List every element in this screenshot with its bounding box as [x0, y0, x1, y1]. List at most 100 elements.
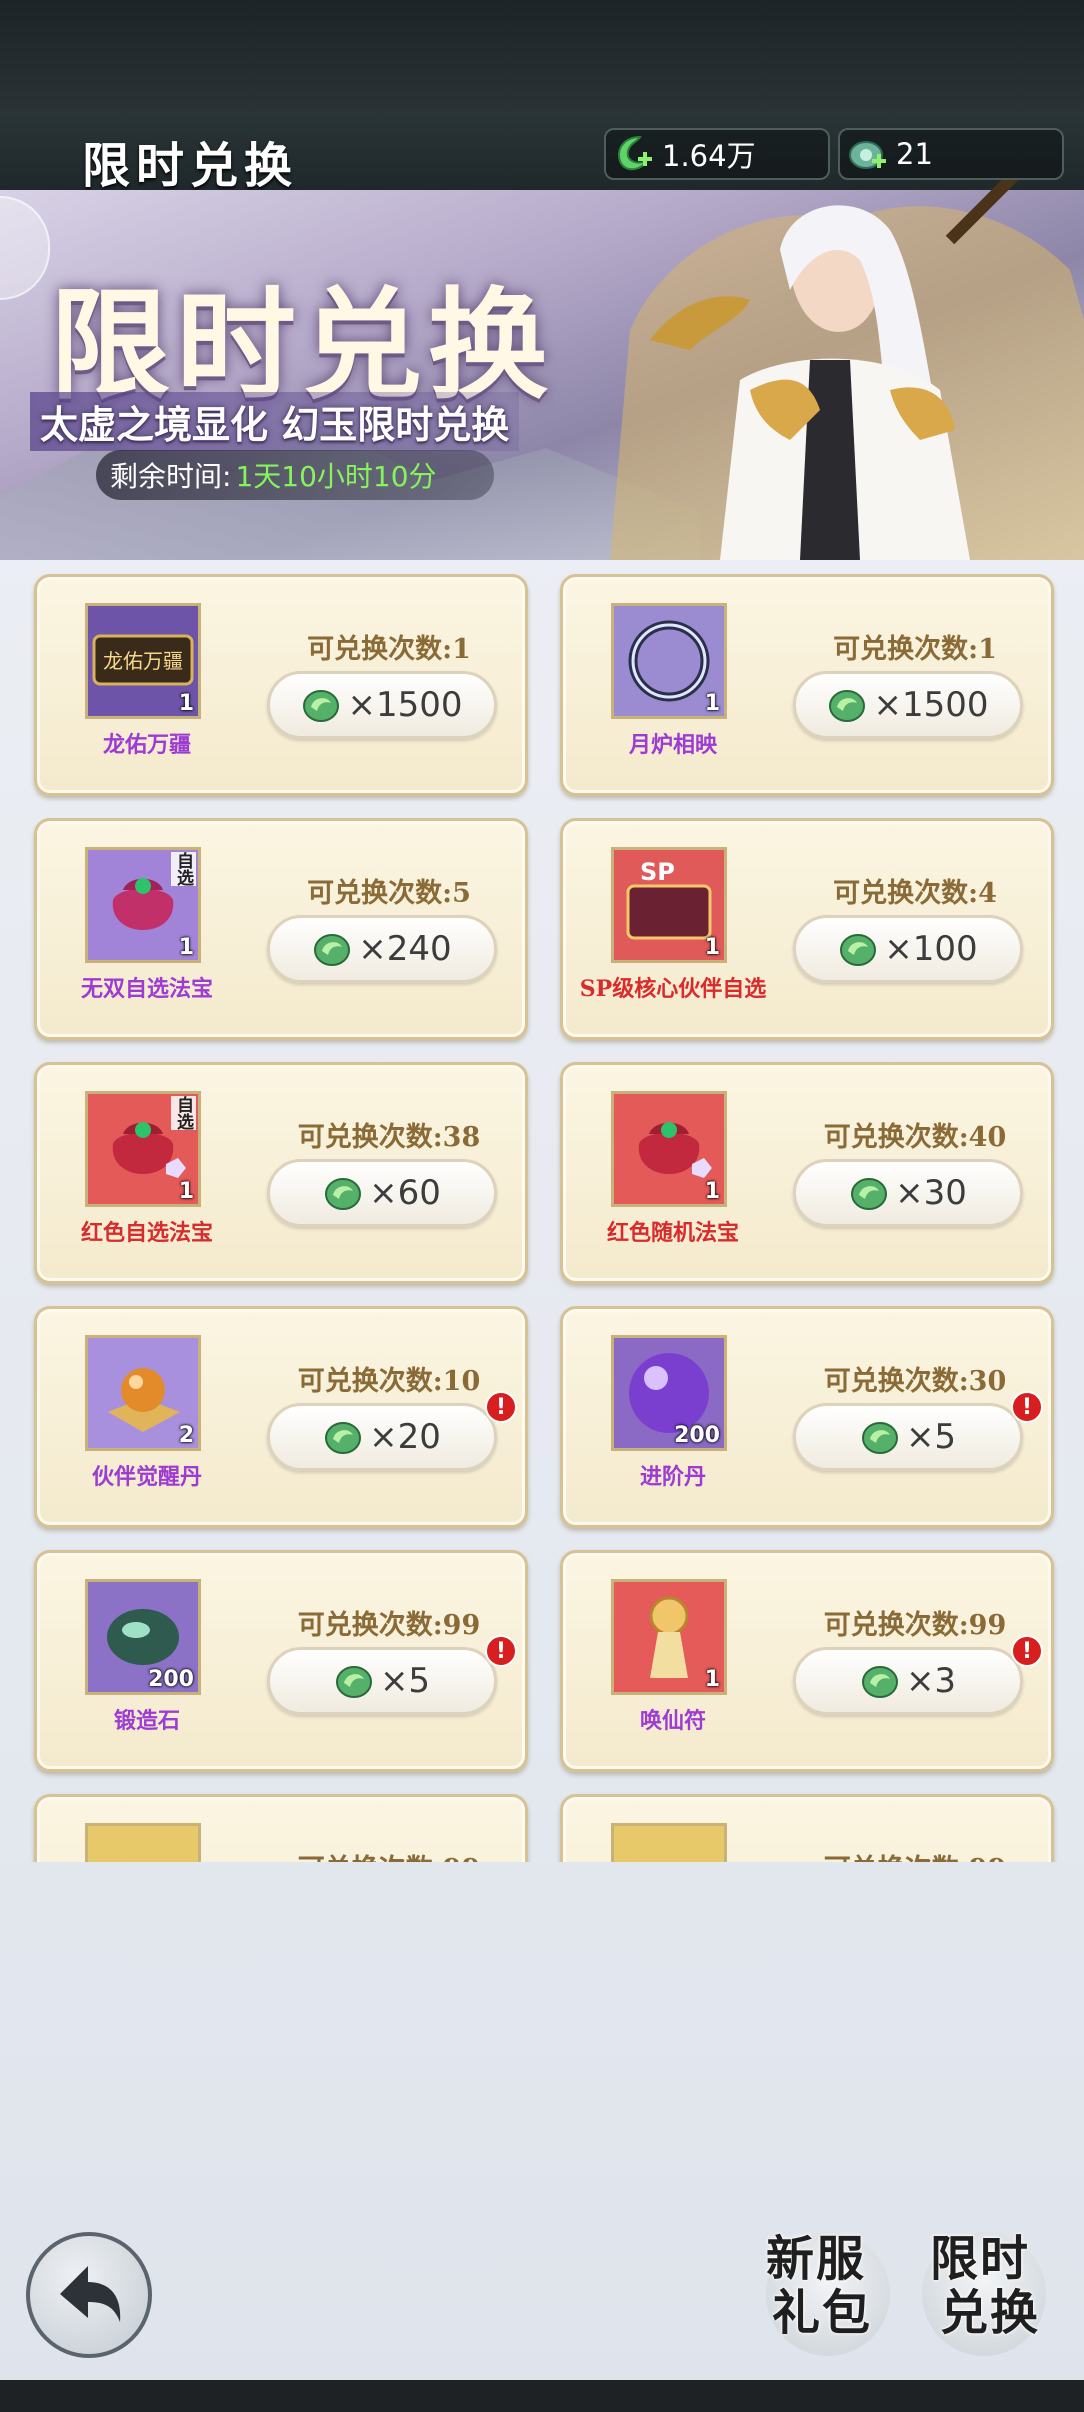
back-arrow-icon: [60, 2266, 121, 2322]
red-pouch-icon[interactable]: 自选 1: [85, 1091, 201, 1207]
jade-icon: [829, 690, 866, 722]
cost-amount: ×5: [905, 1417, 957, 1457]
remaining-time: 剩余时间: 1天10小时10分: [96, 450, 494, 500]
cost-amount: ×1500: [873, 685, 989, 725]
item-name: 红色随机法宝: [606, 1220, 739, 1246]
purple-orb-icon[interactable]: 200: [611, 1335, 727, 1451]
jade-icon: [325, 1178, 362, 1210]
exchange-count-label: 可兑换次数:99: [297, 1610, 481, 1641]
item-tag: 自选: [171, 852, 196, 886]
cost-amount: ×20: [369, 1417, 441, 1457]
jade-plus-icon: [844, 131, 890, 177]
exchange-item-card[interactable]: 200 锻造石 可兑换次数:99 ×5!: [34, 1550, 528, 1772]
item-name: 唤仙符: [639, 1708, 706, 1734]
exchange-count-label: 可兑换次数:99: [795, 1847, 1035, 1862]
jade-icon: [303, 690, 340, 722]
exchange-item-card[interactable]: 自选 1 无双自选法宝 可兑换次数:5 ×240: [34, 818, 528, 1040]
cost-amount: ×5: [379, 1661, 431, 1701]
svg-text:龙佑万疆: 龙佑万疆: [103, 649, 183, 673]
alert-badge-icon: !: [1011, 1635, 1043, 1667]
exchange-count-label: 可兑换次数:5: [307, 878, 471, 909]
item-count: 200: [148, 1667, 194, 1692]
timer-label: 剩余时间:: [110, 460, 232, 493]
exchange-item-card[interactable]: 2 伙伴觉醒丹 可兑换次数:10 ×20!: [34, 1306, 528, 1528]
exchange-button[interactable]: ×100: [793, 915, 1023, 983]
red-pouch-icon[interactable]: 1: [611, 1091, 727, 1207]
item-count: 1: [704, 935, 720, 960]
page-title: 限时兑换: [82, 138, 299, 194]
summon-talisman-icon[interactable]: 1: [611, 1579, 727, 1695]
currency-secondary-value: 21: [896, 137, 933, 171]
new-server-gift-line1: 新服: [766, 2231, 867, 2287]
exchange-button[interactable]: ×60: [267, 1159, 497, 1227]
jade-plus-icon: [610, 131, 656, 177]
sp-chest-icon[interactable]: SP 1: [611, 847, 727, 963]
item-name: 红色自选法宝: [80, 1220, 213, 1246]
cost-amount: ×1500: [347, 685, 463, 725]
exchange-item-card[interactable]: 龙佑万疆 1 龙佑万疆 可兑换次数:1 ×1500: [34, 574, 528, 796]
item-count: 1: [178, 935, 194, 960]
jade-icon: [861, 1666, 898, 1698]
new-server-gift-line2: 礼包: [772, 2285, 873, 2341]
item-name: 进阶丹: [639, 1464, 706, 1490]
jade-icon: [861, 1422, 898, 1454]
cost-amount: ×3: [905, 1661, 957, 1701]
currency-primary-value: 1.64万: [662, 139, 756, 173]
cost-amount: ×100: [884, 929, 978, 969]
exchange-count-label: 可兑换次数:99: [823, 1610, 1007, 1641]
item-name: 月炉相映: [628, 732, 717, 758]
exchange-button[interactable]: ×240: [267, 915, 497, 983]
purple-pouch-icon[interactable]: 自选 1: [85, 847, 201, 963]
exchange-item-card[interactable]: 1 红色随机法宝 可兑换次数:40 ×30: [560, 1062, 1054, 1284]
exchange-item-card[interactable]: 可兑换次数:99: [560, 1794, 1054, 1862]
exchange-item-grid[interactable]: 龙佑万疆 1 龙佑万疆 可兑换次数:1 ×1500 1 月炉相映 可兑换次数:1 ×1500 自选…: [0, 570, 1084, 1862]
exchange-item-card[interactable]: 自选 1 红色自选法宝 可兑换次数:38 ×60: [34, 1062, 528, 1284]
alert-badge-icon: !: [485, 1391, 517, 1423]
cost-amount: ×30: [895, 1173, 967, 1213]
back-button[interactable]: [26, 2232, 152, 2358]
exchange-button[interactable]: ×20: [267, 1403, 497, 1471]
partial-item-icon[interactable]: [611, 1823, 727, 1862]
new-server-gift-label: 新服 礼包: [766, 2232, 872, 2340]
hero-character-illustration: [610, 180, 1084, 560]
item-count: 1: [178, 691, 194, 716]
exchange-count-label: 可兑换次数:38: [297, 1122, 481, 1153]
currency-jade-secondary[interactable]: 21: [838, 128, 1064, 180]
exchange-count-label: 可兑换次数:40: [823, 1122, 1007, 1153]
exchange-count-label: 可兑换次数:1: [307, 634, 471, 665]
currency-jade-primary[interactable]: 1.64万: [604, 128, 830, 180]
cost-amount: ×60: [369, 1173, 441, 1213]
exchange-count-label: 可兑换次数:1: [833, 634, 997, 665]
item-name: SP级核心伙伴自选: [579, 976, 767, 1002]
exchange-button[interactable]: ×1500: [267, 671, 497, 739]
exchange-button[interactable]: ×3: [793, 1647, 1023, 1715]
item-count: 2: [178, 1423, 194, 1448]
item-count: 1: [178, 1179, 194, 1204]
exchange-count-label: 可兑换次数:99: [269, 1847, 509, 1862]
forge-stone-icon[interactable]: 200: [85, 1579, 201, 1695]
item-count: 1: [704, 691, 720, 716]
item-count: 1: [704, 1667, 720, 1692]
awaken-pill-icon[interactable]: 2: [85, 1335, 201, 1451]
item-name: 伙伴觉醒丹: [91, 1464, 202, 1490]
system-nav-bar: [0, 2380, 1084, 2412]
limited-exchange-line1: 限时: [930, 2231, 1031, 2287]
exchange-item-card[interactable]: SP 1 SP级核心伙伴自选 可兑换次数:4 ×100: [560, 818, 1054, 1040]
exchange-button[interactable]: ×1500: [793, 671, 1023, 739]
item-name: 龙佑万疆: [102, 732, 191, 758]
exchange-item-card[interactable]: 1 月炉相映 可兑换次数:1 ×1500: [560, 574, 1054, 796]
moon-ring-icon[interactable]: 1: [611, 603, 727, 719]
status-bar: [0, 0, 1084, 112]
limited-exchange-label: 限时 兑换: [930, 2232, 1040, 2340]
exchange-button[interactable]: ×5: [267, 1647, 497, 1715]
exchange-item-card[interactable]: 可兑换次数:99: [34, 1794, 528, 1862]
dragon-banner-icon[interactable]: 龙佑万疆 1: [85, 603, 201, 719]
cost-amount: ×240: [358, 929, 452, 969]
exchange-item-card[interactable]: 1 唤仙符 可兑换次数:99 ×3!: [560, 1550, 1054, 1772]
exchange-button[interactable]: ×30: [793, 1159, 1023, 1227]
exchange-button[interactable]: ×5: [793, 1403, 1023, 1471]
item-tag: 自选: [171, 1096, 196, 1130]
partial-item-icon[interactable]: [85, 1823, 201, 1862]
exchange-count-label: 可兑换次数:4: [833, 878, 997, 909]
exchange-item-card[interactable]: 200 进阶丹 可兑换次数:30 ×5!: [560, 1306, 1054, 1528]
